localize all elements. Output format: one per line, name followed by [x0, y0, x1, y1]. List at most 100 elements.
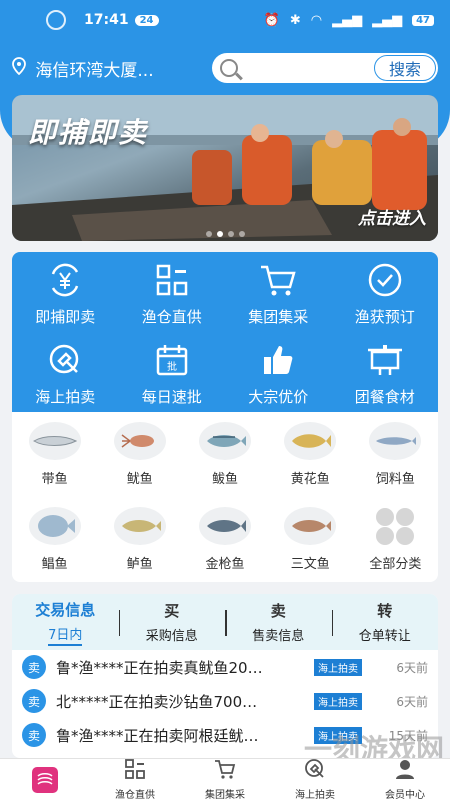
- battery-level: 47: [412, 14, 434, 26]
- search-button[interactable]: 搜索: [374, 55, 436, 81]
- menu-label: 渔仓直供: [141, 308, 202, 326]
- banner-dot-active[interactable]: [216, 231, 223, 237]
- banner-dot[interactable]: [227, 231, 234, 237]
- nav-label: 海上拍卖: [295, 790, 335, 800]
- feature-menu: 即捕即卖 渔仓直供 集团集采 渔获预订 海上拍卖 批 每日速批 大宗优价 团餐食…: [12, 252, 438, 412]
- nav-label: 集团集采: [205, 790, 245, 800]
- location-pin-icon: [12, 57, 29, 79]
- nav-group-purchase[interactable]: 集团集采: [180, 759, 270, 800]
- pomfret-fish-icon: [28, 507, 81, 545]
- fish-category-tuna[interactable]: 金枪鱼: [182, 497, 267, 582]
- banner-enter-link[interactable]: 点击进入: [358, 204, 426, 229]
- food-tray-icon: [365, 342, 405, 378]
- fish-category-pomfret[interactable]: 鲳鱼: [12, 497, 97, 582]
- calendar-icon: 批: [152, 342, 192, 378]
- tab-title: 转: [377, 602, 393, 620]
- fish-label: 全部分类: [369, 557, 422, 572]
- tab-title: 交易信息: [35, 600, 96, 619]
- tab-trade-info[interactable]: 交易信息 7日内: [12, 599, 119, 646]
- tab-title: 卖: [270, 602, 286, 620]
- nav-sea-auction[interactable]: 海上拍卖: [270, 759, 360, 800]
- fish-category-salmon[interactable]: 三文鱼: [268, 497, 353, 582]
- menu-label: 大宗优价: [248, 388, 309, 406]
- menu-item-group-purchase[interactable]: 集团集采: [225, 252, 332, 332]
- signal-icon-2: ▂▄▆: [372, 12, 403, 28]
- search-input[interactable]: [247, 55, 388, 81]
- grid-icon: [152, 262, 192, 298]
- fish-category-perch[interactable]: 鲈鱼: [97, 497, 182, 582]
- nav-member-center[interactable]: 会员中心: [360, 759, 450, 800]
- feed-fish-icon: [369, 422, 422, 460]
- fish-category-squid[interactable]: 鱿鱼: [97, 412, 182, 497]
- user-icon: [394, 758, 416, 784]
- auction-icon: [304, 758, 326, 784]
- home-logo-icon: [32, 766, 58, 793]
- tuna-fish-icon: [198, 507, 251, 545]
- nav-label: 渔仓直供: [115, 790, 155, 800]
- svg-text:批: 批: [167, 360, 177, 373]
- fish-category-hairtail[interactable]: 带鱼: [12, 412, 97, 497]
- menu-item-catch-sell[interactable]: 即捕即卖: [12, 252, 119, 332]
- location-selector[interactable]: 海信环湾大厦...: [35, 56, 199, 81]
- tab-sell[interactable]: 卖 售卖信息: [225, 600, 332, 644]
- menu-item-group-meal[interactable]: 团餐食材: [332, 332, 439, 412]
- sell-badge: 卖: [22, 723, 46, 747]
- trade-row[interactable]: 卖 鲁*渔****正在拍卖真鱿鱼20… 海上拍卖 6天前: [12, 650, 438, 684]
- bluetooth-icon: ✱: [289, 12, 301, 28]
- menu-item-bulk-price[interactable]: 大宗优价: [225, 332, 332, 412]
- notification-count: 24: [134, 14, 159, 26]
- fish-category-mackerel[interactable]: 鲅鱼: [182, 412, 267, 497]
- trade-row-text: 北*****正在拍卖沙钻鱼700…: [56, 692, 258, 711]
- alarm-icon: ⏰: [263, 12, 280, 28]
- tab-transfer[interactable]: 转 仓单转让: [331, 600, 439, 644]
- status-circle-icon: [46, 10, 66, 30]
- nav-home[interactable]: [0, 759, 90, 800]
- nav-label: 会员中心: [385, 790, 425, 800]
- fish-label: 饲料鱼: [375, 472, 415, 487]
- thumbs-up-icon: [258, 342, 298, 378]
- fish-category-yellow-croaker[interactable]: 黄花鱼: [268, 412, 353, 497]
- yen-exchange-icon: [45, 262, 85, 298]
- trade-row-text: 鲁*渔****正在拍卖真鱿鱼20…: [56, 658, 263, 677]
- menu-item-catch-reserve[interactable]: 渔获预订: [332, 252, 439, 332]
- tab-subtitle: 售卖信息: [252, 629, 305, 644]
- mackerel-fish-icon: [198, 422, 251, 460]
- tab-buy[interactable]: 买 采购信息: [118, 600, 226, 644]
- bottom-nav: 渔仓直供 集团集采 海上拍卖 会员中心: [0, 758, 450, 800]
- status-bar: 17:41 24 ⏰ ✱ ◠ ▂▄▆ ▂▄▆ 47: [0, 0, 450, 40]
- menu-label: 即捕即卖: [35, 308, 96, 326]
- auction-tag: 海上拍卖: [314, 692, 362, 710]
- menu-item-warehouse-direct[interactable]: 渔仓直供: [119, 252, 226, 332]
- cart-icon: [258, 262, 298, 298]
- fish-category-feed-fish[interactable]: 饲料鱼: [353, 412, 438, 497]
- status-time: 17:41: [84, 12, 129, 28]
- menu-item-daily-wholesale[interactable]: 批 每日速批: [119, 332, 226, 412]
- menu-label: 集团集采: [248, 308, 309, 326]
- wifi-icon: ◠: [310, 12, 323, 28]
- auction-tag: 海上拍卖: [314, 658, 362, 676]
- fish-category-panel: 带鱼 鱿鱼 鲅鱼 黄花鱼 饲料鱼 鲳鱼 鲈鱼 金枪鱼 三文鱼 全部分类: [12, 412, 438, 582]
- menu-label: 每日速批: [141, 388, 202, 406]
- banner-dot[interactable]: [238, 231, 245, 237]
- squid-icon: [113, 422, 166, 460]
- perch-fish-icon: [113, 507, 166, 545]
- trade-row-time: 6天前: [396, 694, 428, 709]
- nav-warehouse-direct[interactable]: 渔仓直供: [90, 759, 180, 800]
- tab-title: 买: [164, 602, 180, 620]
- salmon-fish-icon: [284, 507, 337, 545]
- trade-tabs: 交易信息 7日内 买 采购信息 卖 售卖信息 转 仓单转让: [12, 594, 438, 650]
- trade-row[interactable]: 卖 北*****正在拍卖沙钻鱼700… 海上拍卖 6天前: [12, 684, 438, 718]
- sell-badge: 卖: [22, 689, 46, 713]
- banner-dot[interactable]: [205, 231, 212, 237]
- menu-label: 渔获预订: [354, 308, 415, 326]
- trade-row-text: 鲁*渔****正在拍卖阿根廷鱿…: [56, 726, 259, 745]
- trade-row-time: 6天前: [396, 660, 428, 675]
- fish-label: 鱿鱼: [126, 472, 153, 487]
- cart-icon: [214, 758, 236, 784]
- tab-subtitle: 仓单转让: [358, 629, 411, 644]
- menu-item-sea-auction[interactable]: 海上拍卖: [12, 332, 119, 412]
- promo-banner[interactable]: 即捕即卖 点击进入: [12, 95, 438, 241]
- grid-icon: [124, 758, 146, 784]
- fish-category-all[interactable]: 全部分类: [353, 497, 438, 582]
- search-box[interactable]: 搜索: [211, 53, 438, 83]
